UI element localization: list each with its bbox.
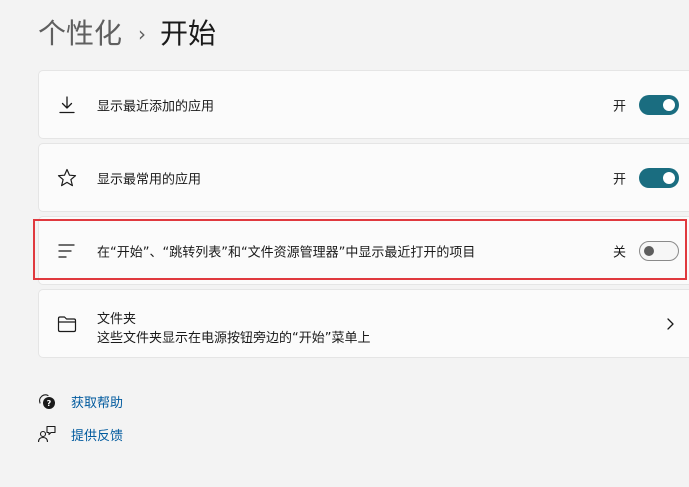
download-icon xyxy=(59,95,75,113)
toggle-state-text: 关 xyxy=(613,245,627,260)
star-icon xyxy=(57,168,77,186)
setting-label: 在“开始”、“跳转列表”和“文件资源管理器”中显示最近打开的项目 xyxy=(97,245,476,260)
most-used-apps-toggle[interactable] xyxy=(639,167,679,188)
page-title: 开始 xyxy=(160,17,217,50)
give-feedback-link[interactable]: 提供反馈 xyxy=(37,424,123,444)
setting-label: 显示最近添加的应用 xyxy=(97,99,215,114)
chevron-right-icon xyxy=(667,317,674,330)
toggle-state-text: 开 xyxy=(613,172,627,187)
get-help-link[interactable]: ? 获取帮助 xyxy=(37,391,123,411)
recently-opened-items-toggle[interactable] xyxy=(639,240,679,261)
setting-recently-opened-items: 在“开始”、“跳转列表”和“文件资源管理器”中显示最近打开的项目 关 xyxy=(38,216,689,285)
folders-title: 文件夹 xyxy=(97,312,137,327)
breadcrumb-separator: › xyxy=(138,22,147,46)
recently-added-apps-toggle[interactable] xyxy=(639,94,679,115)
setting-most-used-apps: 显示最常用的应用 开 xyxy=(38,143,689,212)
help-icon: ? xyxy=(39,394,55,409)
give-feedback-text: 提供反馈 xyxy=(71,428,124,444)
breadcrumb-parent[interactable]: 个性化 xyxy=(38,14,122,54)
breadcrumb: 个性化 › 开始 xyxy=(38,14,216,54)
setting-label: 显示最常用的应用 xyxy=(97,172,202,187)
toggle-state-text: 开 xyxy=(613,99,627,114)
feedback-icon xyxy=(37,425,56,443)
svg-text:?: ? xyxy=(47,399,52,408)
list-icon xyxy=(58,243,75,258)
folders-card[interactable]: 文件夹 这些文件夹显示在电源按钮旁边的“开始”菜单上 xyxy=(38,289,689,358)
get-help-text: 获取帮助 xyxy=(71,395,124,411)
setting-recently-added-apps: 显示最近添加的应用 开 xyxy=(38,70,689,139)
folders-subtitle: 这些文件夹显示在电源按钮旁边的“开始”菜单上 xyxy=(97,331,371,346)
folder-icon xyxy=(57,315,77,332)
